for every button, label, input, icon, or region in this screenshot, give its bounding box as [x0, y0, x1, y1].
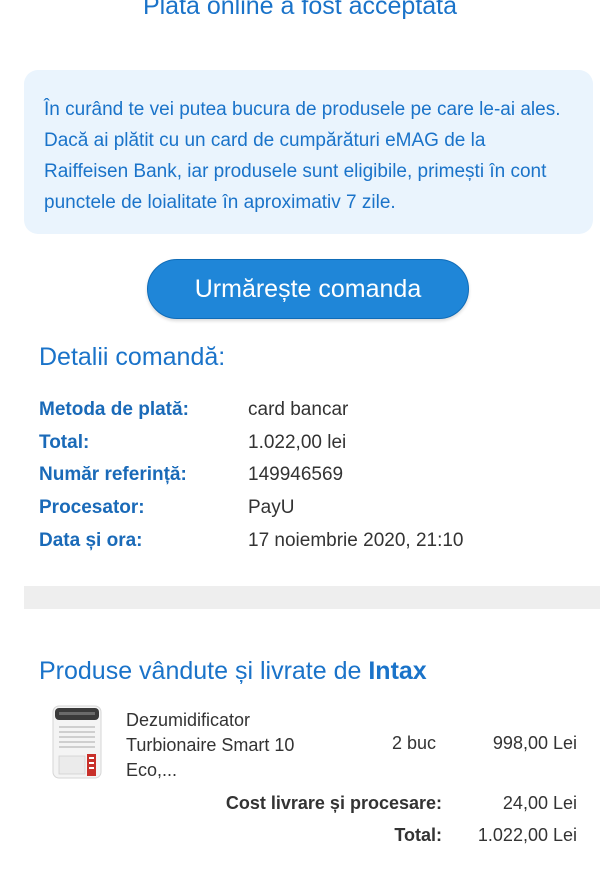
- product-name[interactable]: Dezumidificator Turbionaire Smart 10 Eco…: [126, 708, 341, 783]
- shipping-cost-label: Cost livrare și procesare:: [225, 793, 442, 813]
- info-message: În curând te vei putea bucura de produse…: [44, 99, 561, 213]
- info-box: În curând te vei putea bucura de produse…: [24, 70, 593, 234]
- detail-label: Metoda de plată:: [39, 399, 189, 420]
- detail-label: Procesator:: [39, 497, 145, 518]
- section-divider: [24, 586, 600, 609]
- order-confirmation-page: Plata online a fost acceptată În curând …: [0, 0, 600, 875]
- order-details-heading: Detalii comandă:: [39, 343, 226, 371]
- product-price: 998,00 Lei: [492, 733, 577, 753]
- detail-label: Număr referință:: [39, 464, 187, 485]
- track-order-button[interactable]: Urmărește comanda: [147, 259, 469, 319]
- detail-value: 1.022,00 lei: [248, 432, 347, 453]
- product-image[interactable]: [49, 704, 105, 780]
- order-total-label: Total:: [394, 825, 442, 845]
- detail-value: 17 noiembrie 2020, 21:10: [248, 530, 464, 551]
- payment-accepted-title: Plata online a fost acceptată: [142, 0, 458, 20]
- products-heading: Produse vândute și livrate de Intax: [39, 657, 427, 686]
- vendor-name[interactable]: Intax: [368, 657, 426, 685]
- detail-value: 149946569: [248, 464, 344, 485]
- detail-label: Data și ora:: [39, 530, 143, 551]
- detail-label: Total:: [39, 432, 90, 453]
- products-heading-prefix: Produse vândute și livrate de: [39, 657, 369, 685]
- detail-value: PayU: [248, 497, 295, 518]
- detail-value: card bancar: [248, 399, 349, 420]
- shipping-cost-value: 24,00 Lei: [502, 793, 577, 813]
- order-total-value: 1.022,00 Lei: [477, 825, 577, 845]
- product-quantity: 2 buc: [392, 733, 437, 753]
